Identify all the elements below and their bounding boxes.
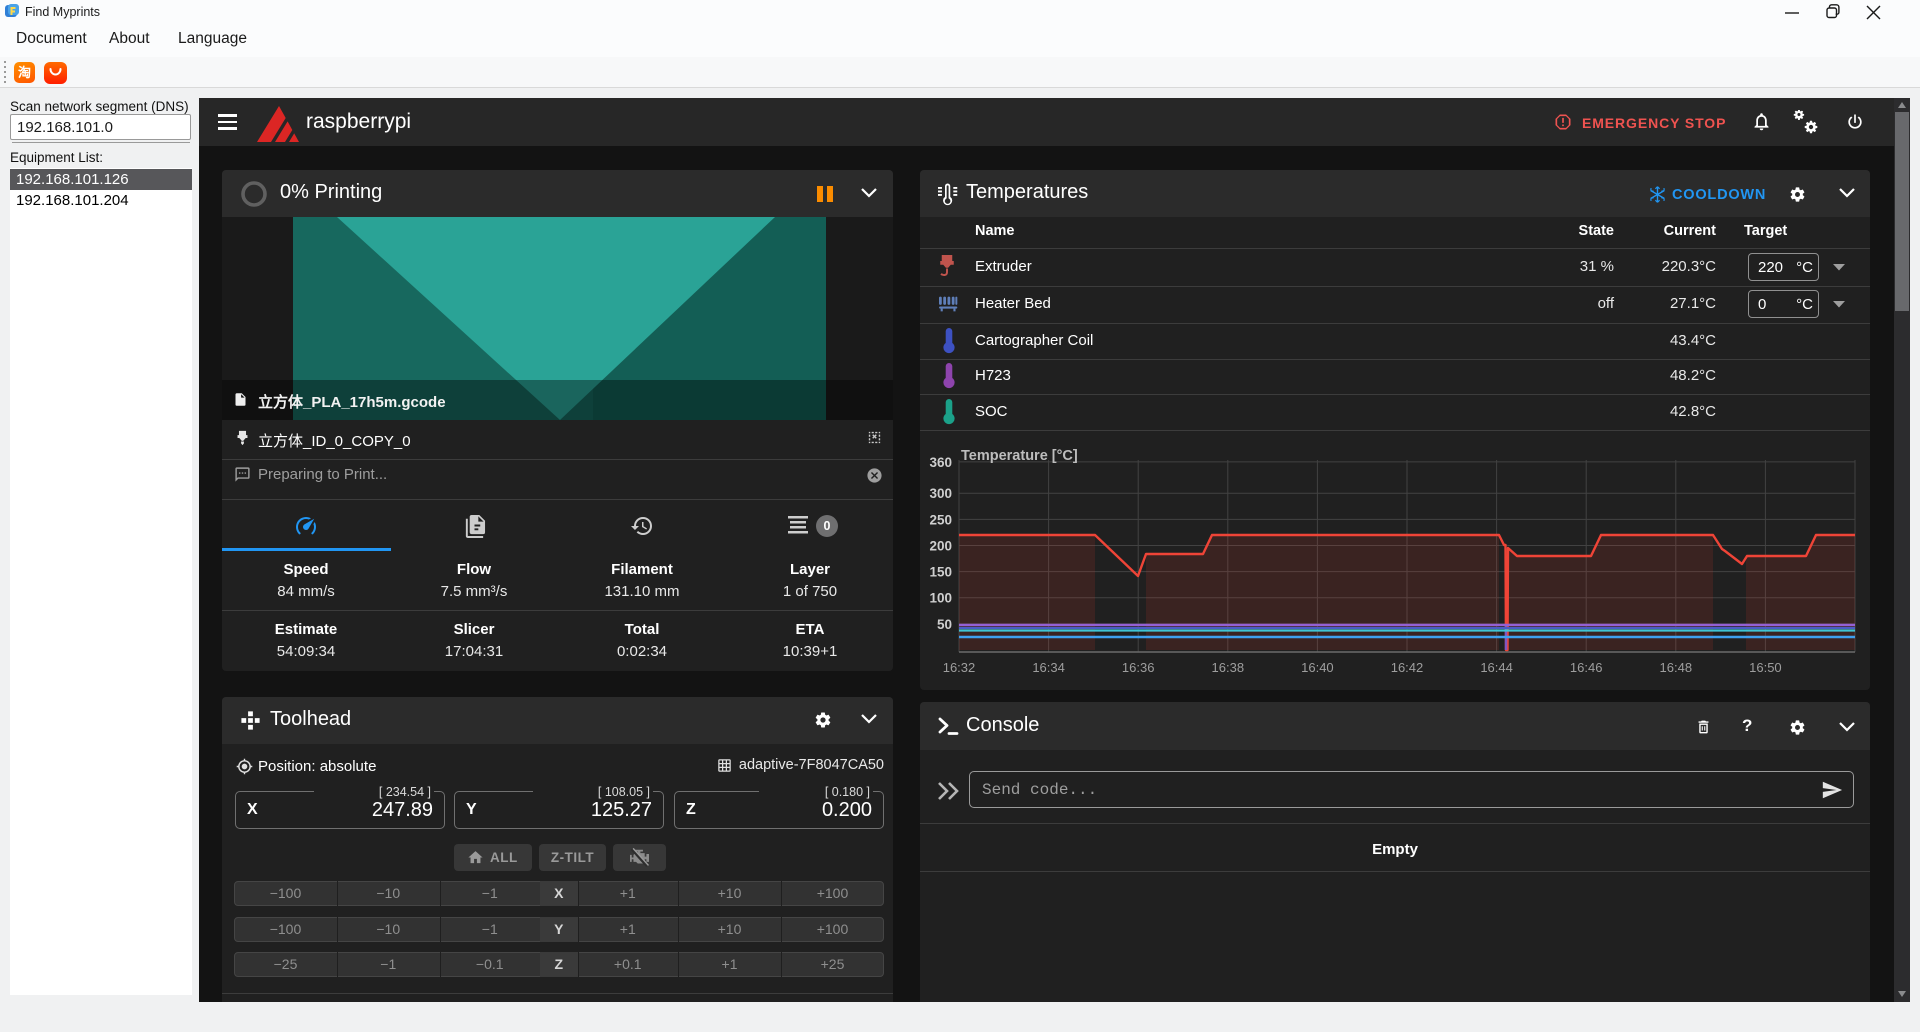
svg-text:16:36: 16:36 (1122, 660, 1155, 675)
svg-text:300: 300 (929, 486, 952, 501)
svg-text:16:34: 16:34 (1032, 660, 1065, 675)
svg-text:16:38: 16:38 (1212, 660, 1245, 675)
svg-text:16:46: 16:46 (1570, 660, 1603, 675)
svg-text:100: 100 (929, 591, 952, 606)
svg-text:150: 150 (929, 565, 952, 580)
svg-text:16:32: 16:32 (943, 660, 976, 675)
svg-text:16:42: 16:42 (1391, 660, 1424, 675)
svg-text:16:44: 16:44 (1480, 660, 1513, 675)
svg-text:Temperature [°C]: Temperature [°C] (961, 448, 1078, 464)
svg-text:50: 50 (937, 617, 952, 632)
svg-text:200: 200 (929, 538, 952, 553)
svg-text:360: 360 (929, 455, 952, 470)
svg-text:16:50: 16:50 (1749, 660, 1782, 675)
svg-text:250: 250 (929, 512, 952, 527)
svg-text:16:48: 16:48 (1660, 660, 1693, 675)
svg-text:16:40: 16:40 (1301, 660, 1334, 675)
